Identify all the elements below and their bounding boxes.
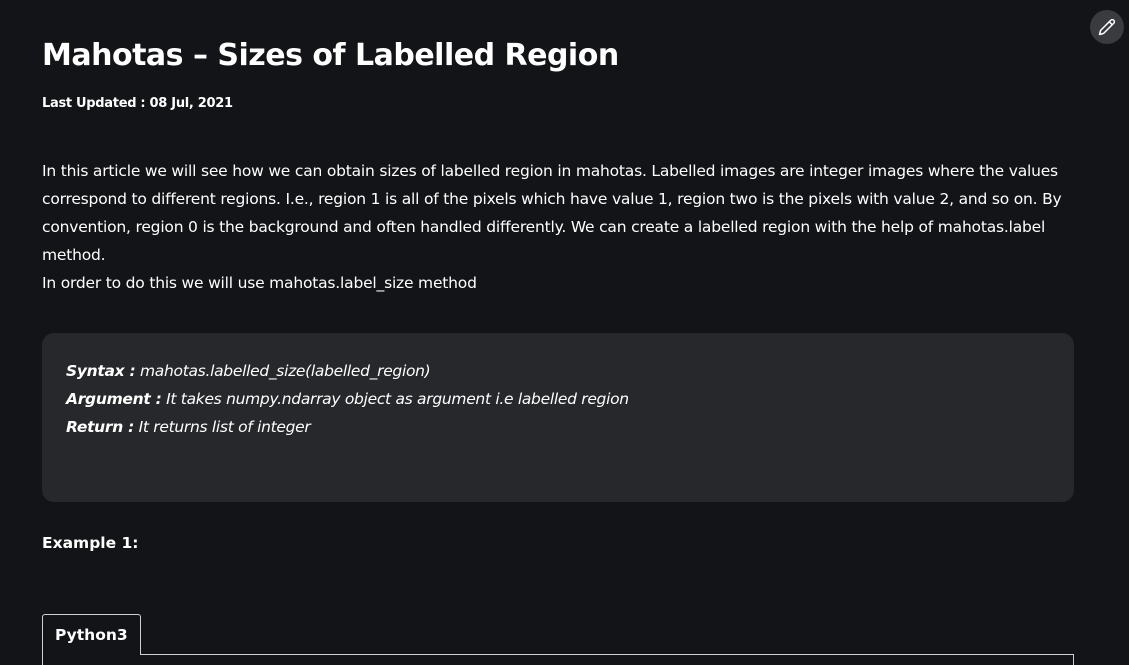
article-body: In this article we will see how we can o… [42, 157, 1074, 297]
article-title: Mahotas – Sizes of Labelled Region [42, 38, 619, 73]
argument-line: Argument : It takes numpy.ndarray object… [66, 385, 1050, 413]
tab-python3[interactable]: Python3 [42, 614, 141, 655]
example-heading: Example 1: [42, 534, 139, 552]
edit-button[interactable] [1090, 10, 1124, 44]
syntax-value: mahotas.labelled_size(labelled_region) [135, 362, 431, 380]
method-paragraph: In order to do this we will use mahotas.… [42, 274, 477, 292]
pencil-icon [1098, 18, 1116, 36]
argument-label: Argument : [66, 390, 162, 408]
intro-paragraph: In this article we will see how we can o… [42, 162, 1062, 264]
article-page: Mahotas – Sizes of Labelled Region Last … [0, 0, 1129, 665]
return-label: Return : [66, 418, 134, 436]
last-updated: Last Updated : 08 Jul, 2021 [42, 96, 233, 111]
argument-value: It takes numpy.ndarray object as argumen… [161, 390, 629, 408]
syntax-label: Syntax : [66, 362, 136, 380]
syntax-line: Syntax : mahotas.labelled_size(labelled_… [66, 357, 1050, 385]
code-block[interactable] [42, 654, 1074, 665]
return-line: Return : It returns list of integer [66, 413, 1050, 441]
syntax-box: Syntax : mahotas.labelled_size(labelled_… [42, 333, 1074, 502]
return-value: It returns list of integer [134, 418, 311, 436]
